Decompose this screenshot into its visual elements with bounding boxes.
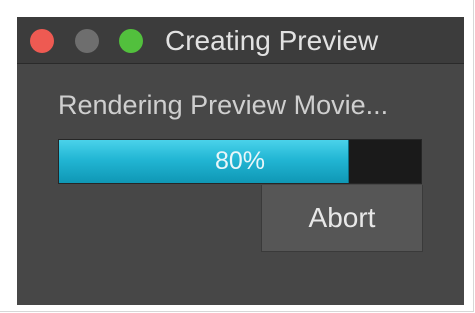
- status-message: Rendering Preview Movie...: [58, 90, 389, 120]
- abort-button[interactable]: Abort: [261, 185, 423, 252]
- creating-preview-dialog: Creating Preview Rendering Preview Movie…: [17, 17, 464, 305]
- close-window-button[interactable]: [30, 29, 54, 53]
- window-title: Creating Preview: [165, 25, 379, 56]
- progress-percent-label: 80%: [214, 147, 266, 175]
- screenshot-frame: Creating Preview Rendering Preview Movie…: [0, 0, 474, 312]
- minimize-window-button[interactable]: [75, 29, 99, 53]
- zoom-window-button[interactable]: [119, 29, 143, 53]
- title-bar[interactable]: Creating Preview: [17, 17, 464, 64]
- progress-bar: 80%: [58, 139, 422, 184]
